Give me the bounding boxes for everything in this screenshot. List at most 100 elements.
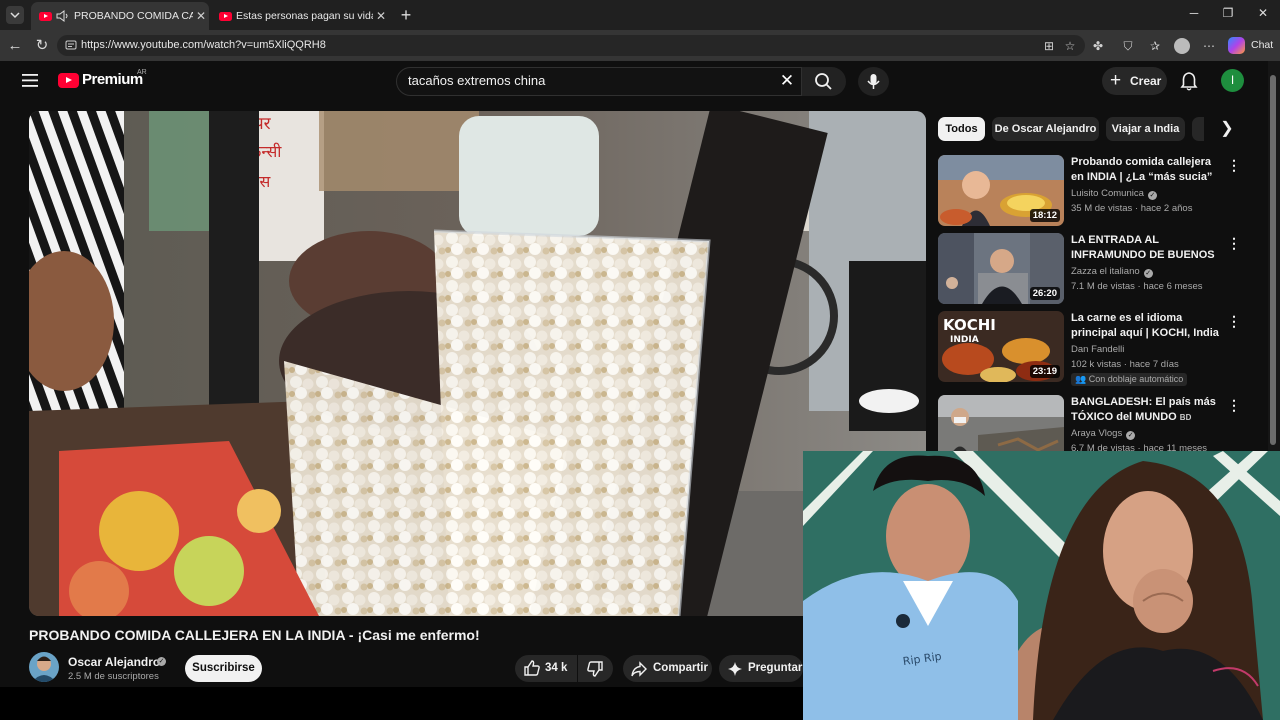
reload-icon[interactable]: ↻ bbox=[32, 36, 52, 56]
tab-title: Estas personas pagan su vida con bbox=[236, 10, 373, 22]
dislike-button[interactable] bbox=[578, 655, 613, 682]
microphone-icon bbox=[867, 74, 880, 89]
subscribe-button[interactable]: Suscribirse bbox=[185, 655, 262, 682]
recommendation-title[interactable]: Probando comida callejera en INDIA | ¿La… bbox=[1071, 155, 1223, 185]
youtube-favicon-icon bbox=[219, 11, 232, 21]
ask-button[interactable]: Preguntar bbox=[719, 655, 803, 682]
recommendation-item[interactable]: 26:20 LA ENTRADA AL INFRAMUNDO DE BUENOS… bbox=[938, 233, 1248, 305]
tab-active[interactable]: PROBANDO COMIDA CALLEJERA EN LA INDIA ✕ bbox=[31, 2, 209, 30]
channel-name-text: Araya Vlogs bbox=[1071, 428, 1123, 439]
video-duration: 26:20 bbox=[1029, 287, 1060, 300]
recommendation-channel[interactable]: Luisito Comunica ✓ bbox=[1071, 188, 1157, 200]
channel-avatar-image bbox=[29, 652, 59, 682]
video-thumbnail[interactable]: 26:20 bbox=[938, 233, 1064, 304]
tab-list-dropdown-button[interactable] bbox=[6, 6, 24, 24]
more-options-icon[interactable]: ⋮ bbox=[1227, 313, 1241, 329]
chat-label: Chat bbox=[1251, 39, 1274, 51]
bottom-black-bar bbox=[0, 687, 803, 720]
plus-icon: + bbox=[1110, 70, 1122, 91]
page-scrollbar-thumb[interactable] bbox=[1270, 75, 1276, 445]
more-menu-icon[interactable]: ⋯ bbox=[1200, 37, 1218, 55]
channel-name-text: Zazza el italiano bbox=[1071, 266, 1140, 277]
like-count: 34 k bbox=[545, 662, 568, 674]
recommendation-channel[interactable]: Zazza el italiano ✓ bbox=[1071, 266, 1153, 278]
recommendation-title[interactable]: LA ENTRADA AL INFRAMUNDO DE BUENOS AIRES… bbox=[1071, 233, 1223, 263]
channel-name-text: Luisito Comunica bbox=[1071, 188, 1144, 199]
create-button[interactable]: + Crear bbox=[1102, 67, 1167, 95]
country-code: AR bbox=[137, 69, 147, 76]
subscriber-count: 2.5 M de suscriptores bbox=[68, 671, 159, 682]
favorite-star-icon[interactable]: ☆ bbox=[1061, 37, 1079, 55]
hamburger-menu-icon[interactable] bbox=[22, 73, 39, 88]
video-player[interactable]: पर फेन्सी ड्रेस bbox=[29, 111, 926, 616]
auto-dub-badge: 👥 Con doblaje automático bbox=[1071, 373, 1188, 386]
search-button[interactable] bbox=[802, 67, 846, 96]
logo-premium-text[interactable]: Premium bbox=[82, 71, 143, 88]
tab-inactive[interactable]: Estas personas pagan su vida con ✕ bbox=[211, 2, 389, 30]
speaker-icon[interactable] bbox=[56, 10, 70, 22]
thumbs-up-icon bbox=[524, 660, 540, 676]
app-available-icon[interactable]: ⊞ bbox=[1040, 37, 1058, 55]
tab-close-icon[interactable]: ✕ bbox=[193, 9, 209, 23]
close-window-icon[interactable]: ✕ bbox=[1252, 6, 1274, 24]
chip-de-oscar-alejandro[interactable]: De Oscar Alejandro bbox=[992, 117, 1099, 141]
recommendation-item[interactable]: KOCHI INDIA 23:19 La carne es el idioma p… bbox=[938, 311, 1248, 386]
webcam-overlay: Rip Rip bbox=[803, 451, 1280, 720]
more-options-icon[interactable]: ⋮ bbox=[1227, 397, 1241, 413]
recommendation-title[interactable]: La carne es el idioma principal aquí | K… bbox=[1071, 311, 1223, 341]
recommendation-title-text: BANGLADESH: El país más TÓXICO del MUNDO bbox=[1071, 396, 1216, 423]
site-info-icon[interactable] bbox=[65, 39, 77, 51]
recommendation-title[interactable]: BANGLADESH: El país más TÓXICO del MUNDO… bbox=[1071, 395, 1223, 425]
video-duration: 18:12 bbox=[1029, 209, 1060, 222]
search-icon bbox=[815, 73, 832, 90]
youtube-logo-icon[interactable] bbox=[58, 73, 79, 88]
profile-avatar-icon[interactable] bbox=[1173, 37, 1191, 55]
recommendation-channel[interactable]: Araya Vlogs ✓ bbox=[1071, 428, 1136, 440]
minimize-icon[interactable]: ─ bbox=[1183, 6, 1205, 24]
chip-partial[interactable] bbox=[1192, 117, 1204, 141]
new-tab-button[interactable]: + bbox=[396, 5, 416, 25]
video-frame-street-food: पर फेन्सी ड्रेस bbox=[29, 111, 926, 616]
channel-name[interactable]: Oscar Alejandro bbox=[68, 655, 160, 669]
channel-avatar[interactable] bbox=[29, 652, 59, 682]
tab-title: PROBANDO COMIDA CALLEJERA EN LA INDIA bbox=[74, 10, 193, 22]
recommendation-meta: 7.1 M de vistas · hace 6 meses bbox=[1071, 281, 1203, 292]
webcam-feed: Rip Rip bbox=[803, 451, 1280, 720]
account-avatar[interactable]: I bbox=[1221, 69, 1244, 92]
thumbnail-text-kochi: KOCHI bbox=[943, 316, 996, 334]
more-options-icon[interactable]: ⋮ bbox=[1227, 157, 1241, 173]
extensions-icon[interactable]: ✤ bbox=[1089, 37, 1107, 55]
tab-close-icon[interactable]: ✕ bbox=[373, 9, 389, 23]
chip-todos[interactable]: Todos bbox=[938, 117, 985, 141]
voice-search-button[interactable] bbox=[858, 67, 889, 96]
create-label: Crear bbox=[1130, 74, 1162, 88]
verified-check-icon: ✓ bbox=[1143, 269, 1153, 278]
favorites-collection-icon[interactable]: ✰ bbox=[1146, 37, 1164, 55]
url-text[interactable]: https://www.youtube.com/watch?v=um5XliQQ… bbox=[81, 39, 326, 51]
recommendation-item[interactable]: 18:12 Probando comida callejera en INDIA… bbox=[938, 155, 1248, 227]
search-query-text[interactable]: tacaños extremos china bbox=[408, 73, 545, 88]
restore-icon[interactable]: ❐ bbox=[1217, 6, 1239, 24]
verified-check-icon: ✓ bbox=[157, 657, 166, 666]
browser-tab-strip: PROBANDO COMIDA CALLEJERA EN LA INDIA ✕ … bbox=[0, 0, 1280, 30]
chip-viajar-a-india[interactable]: Viajar a India bbox=[1106, 117, 1185, 141]
more-options-icon[interactable]: ⋮ bbox=[1227, 235, 1241, 251]
dub-icon: 👥 bbox=[1075, 374, 1089, 384]
chevron-down-icon bbox=[10, 12, 20, 19]
youtube-favicon-icon bbox=[39, 11, 52, 21]
video-thumbnail[interactable]: KOCHI INDIA 23:19 bbox=[938, 311, 1064, 382]
thumbs-down-icon bbox=[587, 661, 603, 677]
video-thumbnail[interactable]: 18:12 bbox=[938, 155, 1064, 226]
copilot-chat-button[interactable]: Chat bbox=[1226, 36, 1274, 55]
like-button[interactable]: 34 k bbox=[515, 655, 577, 682]
share-button[interactable]: Compartir bbox=[623, 655, 712, 682]
sparkle-icon bbox=[728, 662, 742, 676]
recommendation-channel[interactable]: Dan Fandelli bbox=[1071, 344, 1124, 355]
verified-check-icon: ✓ bbox=[1126, 431, 1136, 440]
auto-dub-label: Con doblaje automático bbox=[1088, 374, 1184, 384]
chevron-right-icon[interactable]: ❯ bbox=[1217, 119, 1237, 139]
back-arrow-icon[interactable]: ← bbox=[5, 36, 25, 56]
clear-search-icon[interactable]: ✕ bbox=[776, 70, 798, 92]
browser-essentials-icon[interactable]: ⛉ bbox=[1119, 37, 1137, 55]
notifications-bell-icon[interactable] bbox=[1178, 70, 1200, 92]
